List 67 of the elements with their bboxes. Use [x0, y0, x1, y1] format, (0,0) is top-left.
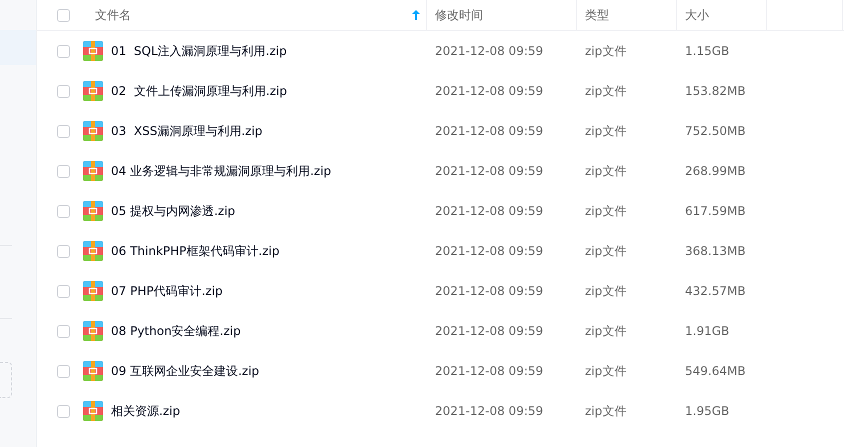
file-name[interactable]: 08 Python安全编程.zip [111, 322, 241, 340]
table-cell-text: zip文件 [585, 163, 626, 180]
archive-icon [83, 321, 103, 341]
column-header[interactable]: 修改时间 [435, 6, 483, 24]
table-cell-text: zip文件 [585, 43, 626, 60]
file-name[interactable]: 相关资源.zip [111, 402, 180, 420]
table-cell-text: 1.15GB [685, 43, 730, 60]
table-cell-text: 2021-12-08 09:59 [435, 123, 544, 140]
row-checkbox[interactable] [56, 364, 70, 378]
file-name[interactable]: 07 PHP代码审计.zip [111, 282, 223, 300]
row-checkbox[interactable] [56, 124, 70, 138]
row-checkbox[interactable] [56, 404, 70, 418]
table-cell-text: zip文件 [585, 203, 626, 220]
table-cell-text: 2021-12-08 09:59 [435, 363, 544, 380]
column-header[interactable]: 类型 [585, 6, 609, 24]
row-checkbox[interactable] [56, 44, 70, 58]
file-name[interactable]: 03 XSS漏洞原理与利用.zip [111, 122, 262, 140]
table-cell-text: zip文件 [585, 403, 626, 420]
table-cell-text: 268.99MB [685, 163, 746, 180]
table-cell-text: 2021-12-08 09:59 [435, 203, 544, 220]
file-name[interactable]: 09 互联网企业安全建设.zip [111, 362, 260, 380]
row-checkbox[interactable] [56, 284, 70, 298]
select-all-checkbox[interactable] [56, 8, 70, 22]
row-checkbox[interactable] [56, 324, 70, 338]
table-cell-text: zip文件 [585, 283, 626, 300]
file-name[interactable]: 05 提权与内网渗透.zip [111, 202, 236, 220]
file-name[interactable]: 01 SQL注入漏洞原理与利用.zip [111, 42, 287, 60]
table-cell-text: zip文件 [585, 243, 626, 260]
table-cell-text: 2021-12-08 09:59 [435, 283, 544, 300]
table-cell-text: zip文件 [585, 123, 626, 140]
row-checkbox[interactable] [56, 244, 70, 258]
row-checkbox[interactable] [56, 84, 70, 98]
archive-icon [83, 41, 103, 61]
table-cell-text: 752.50MB [685, 123, 746, 140]
archive-icon [83, 281, 103, 301]
column-header[interactable]: 大小 [685, 6, 709, 24]
table-cell-text: 2021-12-08 09:59 [435, 83, 544, 100]
table-cell-text: 1.91GB [685, 323, 730, 340]
archive-icon [83, 201, 103, 221]
table-cell-text: 368.13MB [685, 243, 746, 260]
file-name[interactable]: 02 文件上传漏洞原理与利用.zip [111, 82, 287, 100]
file-name[interactable]: 04 业务逻辑与非常规漏洞原理与利用.zip [111, 162, 332, 180]
table-cell-text: 153.82MB [685, 83, 746, 100]
table-cell-text: 1.95GB [685, 403, 730, 420]
table-cell-text: 2021-12-08 09:59 [435, 243, 544, 260]
sort-up-icon[interactable] [412, 10, 420, 20]
table-cell-text: zip文件 [585, 363, 626, 380]
archive-icon [83, 401, 103, 421]
dashed-box [0, 362, 12, 398]
row-checkbox[interactable] [56, 164, 70, 178]
table-cell-text: 549.64MB [685, 363, 746, 380]
table-cell-text: 2021-12-08 09:59 [435, 323, 544, 340]
archive-icon [83, 241, 103, 261]
archive-icon [83, 121, 103, 141]
table-cell-text: zip文件 [585, 83, 626, 100]
row-checkbox[interactable] [56, 204, 70, 218]
archive-icon [83, 81, 103, 101]
column-header[interactable]: 文件名 [95, 6, 131, 24]
table-cell-text: 2021-12-08 09:59 [435, 163, 544, 180]
archive-icon [83, 161, 103, 181]
archive-icon [83, 361, 103, 381]
table-cell-text: 2021-12-08 09:59 [435, 403, 544, 420]
file-name[interactable]: 06 ThinkPHP框架代码审计.zip [111, 242, 280, 260]
table-cell-text: 432.57MB [685, 283, 746, 300]
table-cell-text: 2021-12-08 09:59 [435, 43, 544, 60]
table-cell-text: 617.59MB [685, 203, 746, 220]
table-cell-text: zip文件 [585, 323, 626, 340]
